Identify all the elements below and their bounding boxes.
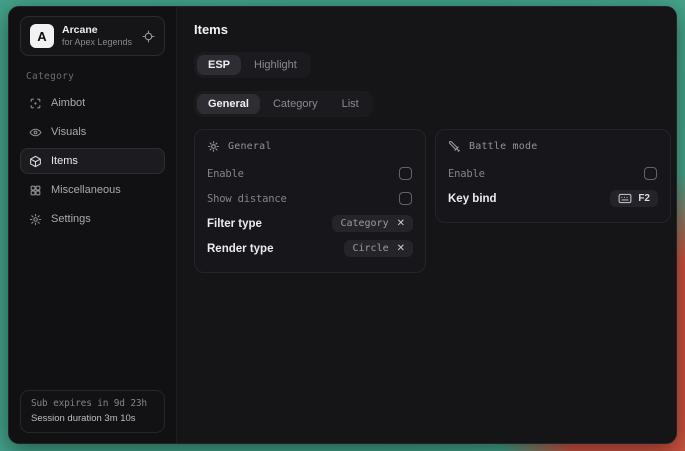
mode-tab-group: ESP Highlight <box>194 52 311 78</box>
setting-row-show-distance: Show distance <box>207 186 413 211</box>
app-subtitle: for Apex Legends <box>62 37 132 48</box>
tab-list[interactable]: List <box>331 94 370 114</box>
setting-label: Enable <box>448 168 485 180</box>
setting-row-enable: Enable <box>207 161 413 186</box>
sidebar-item-label: Miscellaneous <box>51 184 121 196</box>
tab-esp[interactable]: ESP <box>197 55 241 75</box>
gear-icon <box>29 213 42 226</box>
sidebar-item-settings[interactable]: Settings <box>20 206 165 232</box>
setting-row-key-bind: Key bind F2 <box>448 186 658 211</box>
page-title: Items <box>194 22 671 37</box>
target-icon[interactable] <box>142 30 155 43</box>
sub-expiry-text: Sub expires in 9d 23h <box>31 398 154 409</box>
show-distance-checkbox[interactable] <box>399 192 412 205</box>
sidebar-item-label: Visuals <box>51 126 86 138</box>
settings-panels: General Enable Show distance Filter type… <box>194 129 671 273</box>
main-content: Items ESP Highlight General Category Lis… <box>177 7 677 443</box>
general-panel: General Enable Show distance Filter type… <box>194 129 426 273</box>
key-bind-button[interactable]: F2 <box>610 190 658 207</box>
subscription-status-card: Sub expires in 9d 23h Session duration 3… <box>20 390 165 433</box>
sidebar-item-label: Aimbot <box>51 97 85 109</box>
sun-icon <box>207 140 220 153</box>
sidebar-spacer <box>20 235 165 390</box>
setting-row-battle-enable: Enable <box>448 161 658 186</box>
setting-label: Enable <box>207 168 244 180</box>
battle-mode-panel: Battle mode Enable Key bind F2 <box>435 129 671 223</box>
view-tab-row: General Category List <box>194 91 671 117</box>
tab-general[interactable]: General <box>197 94 260 114</box>
sidebar-section-label: Category <box>26 71 159 82</box>
close-icon[interactable]: ✕ <box>397 219 405 229</box>
general-panel-title: General <box>228 141 272 152</box>
battle-panel-header: Battle mode <box>448 140 658 153</box>
setting-label: Filter type <box>207 218 262 230</box>
app-header-card: A Arcane for Apex Legends <box>20 16 165 56</box>
keyboard-icon <box>618 193 632 204</box>
setting-label: Render type <box>207 243 273 255</box>
setting-row-render-type: Render type Circle ✕ <box>207 236 413 261</box>
crosshair-icon <box>29 97 42 110</box>
eye-icon <box>29 126 42 139</box>
setting-label: Key bind <box>448 193 497 205</box>
sidebar-item-items[interactable]: Items <box>20 148 165 174</box>
app-logo: A <box>30 24 54 48</box>
view-tab-group: General Category List <box>194 91 373 117</box>
enable-checkbox[interactable] <box>399 167 412 180</box>
sidebar-item-visuals[interactable]: Visuals <box>20 119 165 145</box>
close-icon[interactable]: ✕ <box>397 244 405 254</box>
app-name: Arcane <box>62 24 132 37</box>
filter-type-value: Category <box>340 218 388 229</box>
app-window: A Arcane for Apex Legends Category Aimbo… <box>8 6 677 444</box>
sidebar-item-label: Settings <box>51 213 91 225</box>
sidebar: A Arcane for Apex Legends Category Aimbo… <box>9 7 177 443</box>
app-title-block: Arcane for Apex Legends <box>62 24 132 48</box>
sidebar-item-aimbot[interactable]: Aimbot <box>20 90 165 116</box>
battle-enable-checkbox[interactable] <box>644 167 657 180</box>
package-icon <box>29 155 42 168</box>
sword-icon <box>448 140 461 153</box>
render-type-value: Circle <box>352 243 388 254</box>
setting-label: Show distance <box>207 193 287 205</box>
filter-type-select[interactable]: Category ✕ <box>332 215 413 232</box>
tab-category[interactable]: Category <box>262 94 329 114</box>
grid-icon <box>29 184 42 197</box>
tab-highlight[interactable]: Highlight <box>243 55 308 75</box>
session-duration-text: Session duration 3m 10s <box>31 413 154 424</box>
battle-panel-title: Battle mode <box>469 141 537 152</box>
sidebar-item-label: Items <box>51 155 78 167</box>
general-panel-header: General <box>207 140 413 153</box>
key-bind-value: F2 <box>638 193 650 204</box>
render-type-select[interactable]: Circle ✕ <box>344 240 413 257</box>
setting-row-filter-type: Filter type Category ✕ <box>207 211 413 236</box>
sidebar-item-miscellaneous[interactable]: Miscellaneous <box>20 177 165 203</box>
